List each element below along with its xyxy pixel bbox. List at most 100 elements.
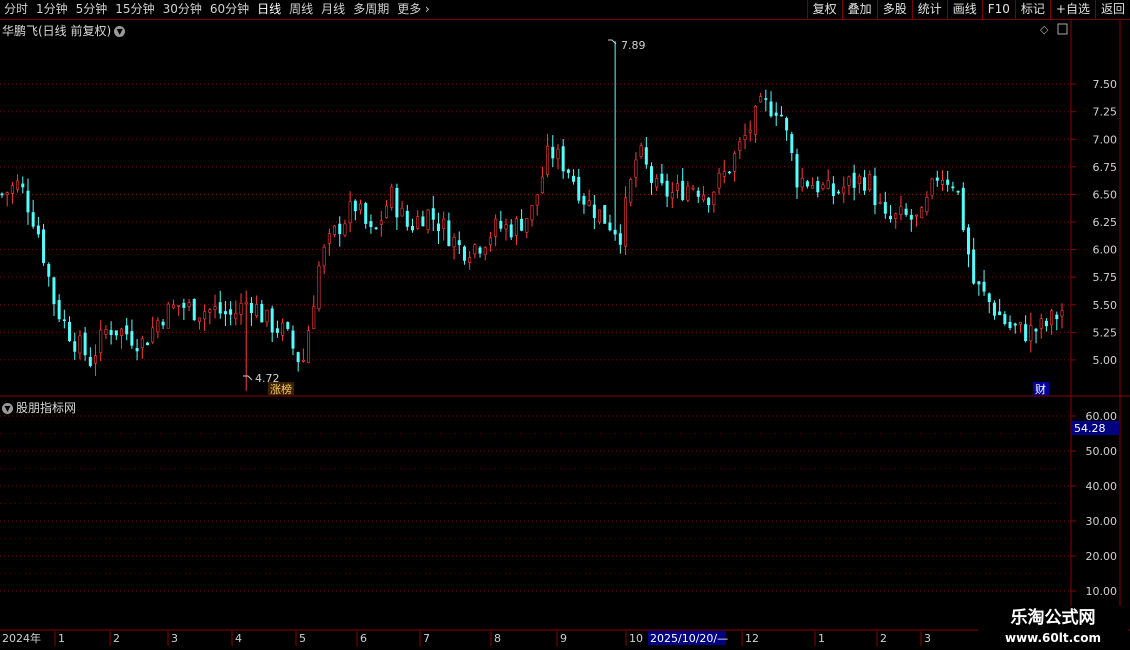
month-label: 7 — [423, 632, 430, 645]
candle-body — [873, 175, 877, 206]
candle-body — [301, 360, 305, 362]
period-tab[interactable]: 15分钟 — [111, 0, 158, 19]
price-tick-label: 6.25 — [1093, 216, 1118, 229]
candle-body — [379, 220, 383, 225]
candle-body — [1003, 314, 1007, 324]
month-label: 3 — [171, 632, 178, 645]
candle-body — [385, 205, 389, 218]
candle-body — [650, 166, 654, 183]
indicator-pane-title[interactable]: ▼ 股朋指标网 — [2, 399, 76, 416]
candle-body — [899, 206, 903, 215]
candle-body — [556, 148, 560, 160]
action-button[interactable]: 返回 — [1094, 0, 1130, 19]
candle-body — [468, 257, 472, 263]
candle-body — [998, 311, 1002, 316]
candle-body — [883, 202, 887, 214]
window-toggle-icon[interactable] — [1057, 23, 1068, 35]
price-tick-label: 5.75 — [1093, 271, 1118, 284]
candle-body — [395, 187, 399, 218]
candle-body — [572, 175, 576, 182]
action-button[interactable]: +自选 — [1049, 0, 1095, 19]
candle-body — [738, 141, 742, 151]
period-tab[interactable]: 日线 — [253, 0, 285, 19]
candle-body — [504, 224, 508, 230]
candle-body — [779, 114, 783, 117]
candle-body — [525, 218, 529, 233]
candle-body — [442, 218, 446, 229]
candle-body — [1060, 310, 1064, 317]
candle-body — [255, 304, 259, 317]
period-tab[interactable]: 60分钟 — [206, 0, 253, 19]
action-button[interactable]: 复权 — [806, 0, 842, 19]
indicator-tick-label: 40.00 — [1086, 480, 1118, 493]
candle-body — [5, 192, 9, 195]
price-pane-title[interactable]: 华鹏飞(日线 前复权) ▼ — [2, 22, 126, 39]
candle-body — [104, 329, 108, 335]
candle-body — [322, 246, 326, 267]
zhangbang-badge[interactable]: 涨榜 — [270, 382, 292, 396]
period-tab[interactable]: 更多 › — [393, 0, 434, 19]
candle-body — [78, 335, 82, 354]
year-label: 2024年 — [2, 631, 41, 645]
action-button[interactable]: 统计 — [911, 0, 947, 19]
candle-body — [265, 309, 269, 323]
candle-body — [753, 105, 757, 135]
candle-body — [961, 187, 965, 231]
cursor-date-box — [648, 631, 726, 645]
candle-body — [260, 303, 264, 323]
period-tab[interactable]: 30分钟 — [159, 0, 206, 19]
candle-body — [821, 184, 825, 189]
candle-body — [478, 247, 482, 254]
action-button[interactable]: 多股 — [876, 0, 912, 19]
period-tab[interactable]: 分时 — [0, 0, 32, 19]
candle-body — [125, 325, 129, 335]
candle-body — [494, 218, 498, 237]
cai-badge-bg — [1033, 382, 1049, 395]
candle-body — [213, 306, 217, 310]
candle-body — [21, 183, 25, 188]
candle-body — [769, 101, 773, 117]
period-tab[interactable]: 多周期 — [349, 0, 393, 19]
period-toolbar: 分时 1分钟 5分钟 15分钟 30分钟 60分钟 日线 周线 月线 多周期 更多 › 复权 叠加 多股… — [0, 0, 1130, 20]
chevron-down-icon[interactable]: ▼ — [2, 403, 13, 414]
candle-body — [837, 191, 841, 194]
diamond-icon[interactable]: ◇ — [1040, 23, 1049, 36]
candle-body — [816, 181, 820, 193]
indicator-value-box — [1072, 421, 1120, 435]
action-button[interactable]: 画线 — [946, 0, 982, 19]
period-tab[interactable]: 周线 — [285, 0, 317, 19]
period-tab[interactable]: 1分钟 — [32, 0, 72, 19]
candle-body — [681, 180, 685, 200]
price-tick-label: 5.50 — [1093, 299, 1118, 312]
action-button[interactable]: 叠加 — [841, 0, 877, 19]
candle-body — [889, 215, 893, 220]
candle-body — [1050, 310, 1054, 326]
low-price-label: 4.72 — [255, 372, 280, 385]
candle-body — [52, 277, 56, 305]
indicator-tick-label: 50.00 — [1086, 445, 1118, 458]
candle-body — [182, 302, 186, 308]
candle-body — [312, 306, 316, 330]
candle-body — [551, 146, 555, 159]
candle-body — [296, 352, 300, 363]
candle-body — [338, 223, 342, 235]
candle-body — [343, 223, 347, 236]
candle-body — [270, 308, 274, 333]
candle-body — [197, 317, 201, 322]
action-button[interactable]: 标记 — [1014, 0, 1050, 19]
period-tab[interactable]: 月线 — [317, 0, 349, 19]
candle-body — [218, 302, 222, 314]
action-button[interactable]: F10 — [981, 0, 1015, 19]
candle-body — [364, 203, 368, 224]
candle-body — [239, 303, 243, 315]
candle-body — [987, 293, 991, 302]
period-tab[interactable]: 5分钟 — [72, 0, 112, 19]
cai-badge[interactable]: 财 — [1035, 382, 1046, 396]
candle-body — [1013, 323, 1017, 326]
candle-body — [390, 186, 394, 208]
chevron-down-icon[interactable]: ▼ — [114, 26, 126, 37]
price-tick-label: 7.00 — [1093, 133, 1118, 146]
candle-body — [577, 176, 581, 201]
candle-body — [686, 185, 690, 201]
candle-body — [847, 176, 851, 186]
